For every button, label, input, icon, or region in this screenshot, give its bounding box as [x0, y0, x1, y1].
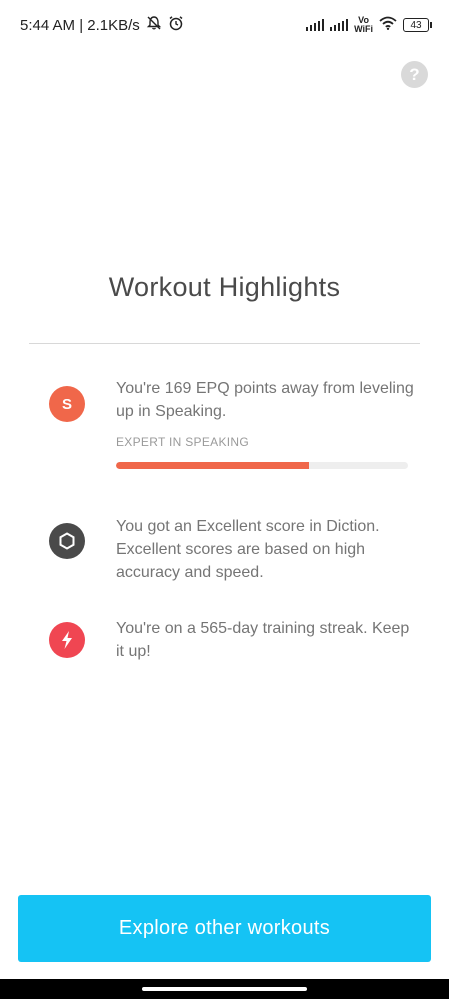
vowifi-bottom: WiFi: [354, 24, 373, 34]
battery-level: 43: [410, 19, 422, 31]
vowifi-label: Vo WiFi: [354, 16, 373, 34]
highlight-item-streak: You're on a 565-day training streak. Kee…: [0, 616, 449, 666]
status-left: 5:44 AM | 2.1KB/s: [20, 15, 184, 35]
signal-icon-2: [330, 19, 349, 31]
speaking-icon: S: [49, 386, 85, 422]
wifi-icon: [379, 16, 397, 34]
help-button[interactable]: ?: [401, 61, 428, 88]
highlight-text: You're on a 565-day training streak. Kee…: [116, 620, 410, 660]
highlight-text: You got an Excellent score in Diction. E…: [116, 518, 380, 581]
highlight-text: You're 169 EPQ points away from leveling…: [116, 380, 414, 420]
highlight-item-diction: You got an Excellent score in Diction. E…: [0, 514, 449, 586]
status-right: Vo WiFi 43: [306, 16, 432, 34]
progress-fill: [116, 462, 309, 469]
highlight-item-speaking: S You're 169 EPQ points away from leveli…: [0, 376, 449, 476]
mute-icon: [146, 15, 162, 35]
title-divider: [29, 343, 420, 344]
alarm-icon: [168, 15, 184, 35]
explore-workouts-button[interactable]: Explore other workouts: [18, 895, 431, 962]
status-time: 5:44 AM | 2.1KB/s: [20, 16, 140, 34]
page-title: Workout Highlights: [108, 272, 341, 302]
signal-icon: [306, 19, 325, 31]
speaking-icon-letter: S: [61, 395, 72, 413]
battery-icon: 43: [403, 18, 432, 32]
help-icon: ?: [409, 64, 420, 84]
hexagon-icon: [49, 523, 85, 559]
progress-bar: [116, 462, 408, 469]
lightning-icon: [49, 622, 85, 658]
progress-label: EXPERT IN SPEAKING: [116, 435, 249, 449]
navigation-bar: [0, 979, 449, 999]
home-indicator[interactable]: [142, 987, 307, 991]
status-bar: 5:44 AM | 2.1KB/s Vo WiFi 43: [0, 0, 449, 50]
